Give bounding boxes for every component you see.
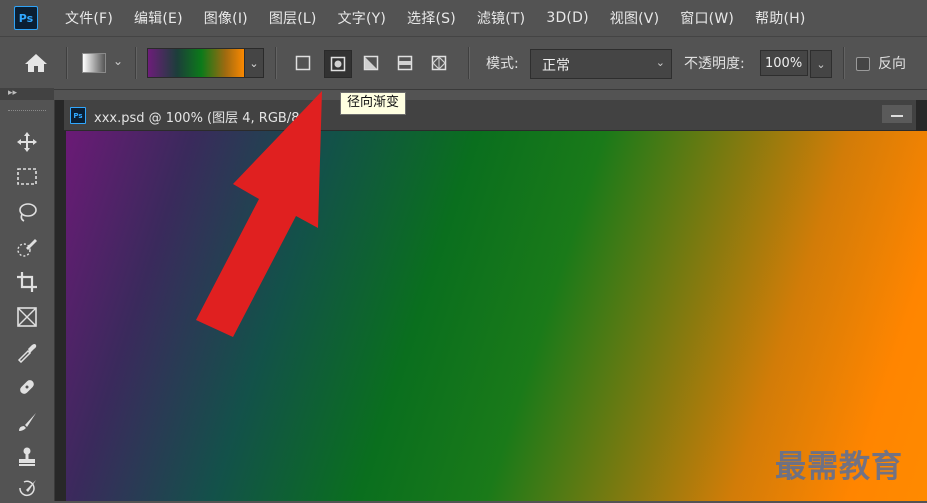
menu-select[interactable]: 选择(S) — [407, 8, 456, 28]
panel-grip — [8, 110, 46, 114]
reverse-checkbox[interactable] — [856, 57, 870, 71]
history-brush-tool-icon[interactable] — [12, 475, 42, 503]
menu-file[interactable]: 文件(F) — [65, 8, 113, 28]
chevron-down-icon[interactable]: ⌄ — [113, 54, 123, 68]
reflected-gradient-icon[interactable] — [392, 50, 418, 76]
menu-edit[interactable]: 编辑(E) — [134, 8, 183, 28]
gradient-editor-swatch[interactable] — [147, 48, 246, 78]
menu-type[interactable]: 文字(Y) — [338, 8, 386, 28]
frame-tool-icon[interactable] — [12, 303, 42, 331]
menu-window[interactable]: 窗口(W) — [680, 8, 734, 28]
diamond-gradient-icon[interactable] — [426, 50, 452, 76]
brush-tool-icon[interactable] — [12, 408, 42, 436]
menu-help[interactable]: 帮助(H) — [755, 8, 805, 28]
quick-select-tool-icon[interactable] — [12, 233, 42, 261]
options-divider — [66, 47, 68, 79]
document-tab[interactable]: Ps xxx.psd @ 100% (图层 4, RGB/8#) × — [64, 100, 916, 131]
stamp-tool-icon[interactable] — [12, 443, 42, 471]
menu-filter[interactable]: 滤镜(T) — [477, 8, 525, 28]
photoshop-document-icon: Ps — [70, 107, 86, 124]
opacity-label: 不透明度: — [684, 56, 745, 72]
home-icon[interactable] — [22, 51, 50, 75]
mode-label: 模式: — [486, 56, 519, 72]
options-divider — [843, 47, 845, 79]
blend-mode-select[interactable]: 正常 ⌄ — [530, 49, 672, 79]
chevron-down-icon: ⌄ — [655, 56, 665, 69]
minimize-icon — [891, 115, 903, 117]
move-tool-icon[interactable] — [12, 128, 42, 156]
watermark-text: 最需教育 — [775, 449, 903, 485]
options-divider — [135, 47, 137, 79]
eyedropper-tool-icon[interactable] — [12, 338, 42, 366]
minimize-button[interactable] — [882, 105, 912, 123]
document-title: xxx.psd @ 100% (图层 4, RGB/8#) — [94, 111, 316, 126]
collapse-panel-icon[interactable]: ▸▸ — [8, 88, 17, 98]
reverse-label: 反向 — [878, 56, 906, 72]
healing-brush-tool-icon[interactable] — [12, 373, 42, 401]
crop-tool-icon[interactable] — [12, 268, 42, 296]
options-bar: ⌄ ⌄ 模式: 正常 ⌄ 不透明度: 100% ⌄ 反向 — [0, 36, 927, 90]
menu-3d[interactable]: 3D(D) — [546, 10, 588, 26]
tools-panel — [0, 100, 55, 501]
menu-bar: Ps 文件(F) 编辑(E) 图像(I) 图层(L) 文字(Y) 选择(S) 滤… — [0, 0, 927, 36]
lasso-tool-icon[interactable] — [12, 198, 42, 226]
radial-gradient-icon[interactable] — [324, 50, 352, 78]
chevron-down-icon[interactable]: ⌄ — [810, 50, 832, 78]
marquee-tool-icon[interactable] — [12, 163, 42, 191]
menu-layer[interactable]: 图层(L) — [269, 8, 317, 28]
tooltip: 径向渐变 — [340, 92, 407, 115]
photoshop-logo-icon: Ps — [14, 6, 38, 30]
angle-gradient-icon[interactable] — [358, 50, 384, 76]
opacity-input[interactable]: 100% — [760, 50, 808, 76]
menu-view[interactable]: 视图(V) — [610, 8, 660, 28]
tool-preset-picker[interactable] — [82, 53, 106, 73]
mode-value: 正常 — [542, 58, 570, 74]
menu-image[interactable]: 图像(I) — [204, 8, 248, 28]
linear-gradient-icon[interactable] — [290, 50, 316, 76]
options-divider — [275, 47, 277, 79]
options-divider — [468, 47, 470, 79]
gradient-dropdown-chevron-icon[interactable]: ⌄ — [244, 48, 264, 78]
